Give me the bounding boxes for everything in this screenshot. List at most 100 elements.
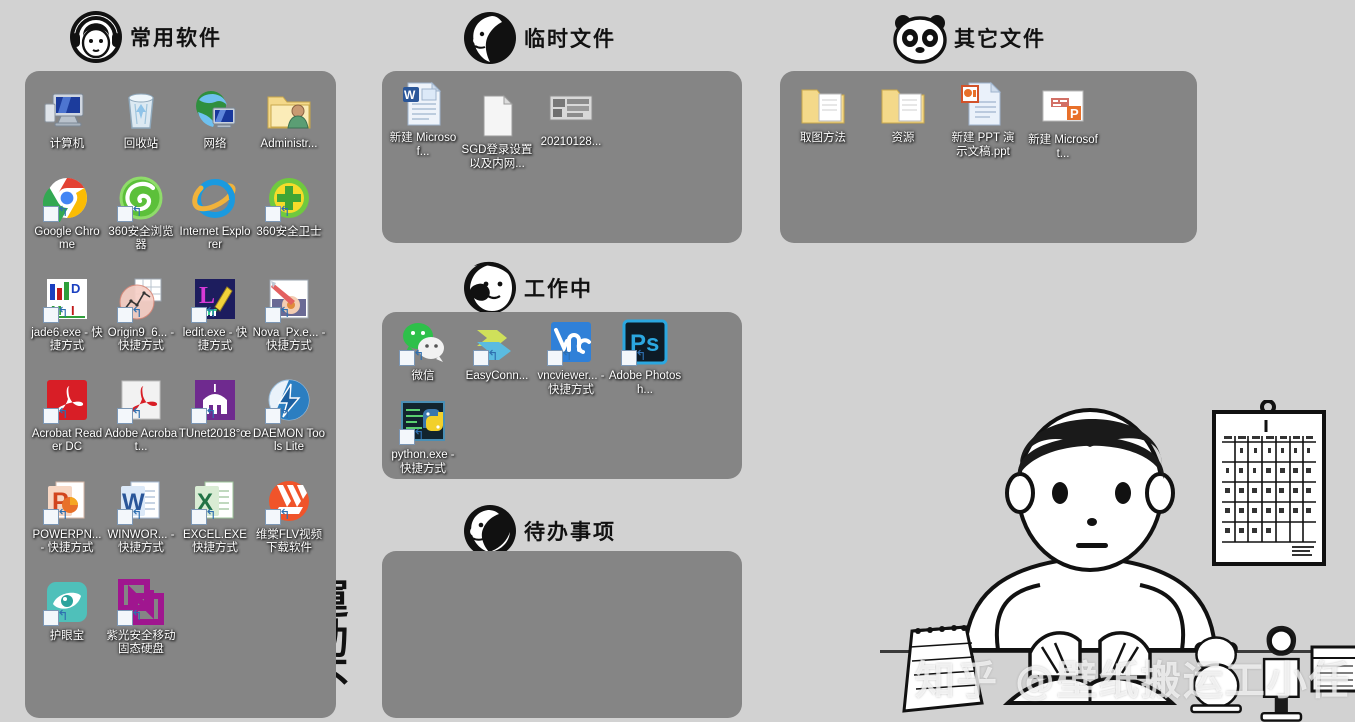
icon-label: 微信 [411,370,435,382]
icon-label: EXCEL.EXE 快捷方式 [183,528,247,555]
desktop-icon-powerpoint[interactable]: P POWERPN... - 快捷方式 [30,477,104,556]
desktop-icon-google-chrome[interactable]: Google Chrome [30,174,104,253]
desktop-icon-nova-px[interactable]: Nova_Px.e... - 快捷方式 [252,275,326,354]
ledit-icon: L [191,275,239,323]
group-title: 其它文件 [954,26,1046,51]
desktop-icon-eye-care[interactable]: 护眼宝 [30,578,104,657]
panel-todo [382,551,742,718]
icon-label: POWERPN... - 快捷方式 [32,528,102,555]
icon-label: 360安全卫士 [256,225,322,238]
shortcut-overlay-icon [117,508,133,525]
svg-text:W: W [404,88,416,102]
icon-label: TUnet2018°œ [178,427,252,440]
eye-care-icon [43,578,91,626]
desktop-icon-easyconnect[interactable]: EasyConn... [460,318,534,397]
desktop-icon-new-ppt-presentation[interactable]: 新建 PPT 演示文稿.ppt [946,80,1020,161]
desktop-icon-weitang-flv[interactable]: 维棠FLV视频下载软件 [252,477,326,556]
shortcut-overlay-icon [621,350,637,366]
unis-ssd-icon [117,578,165,626]
desktop-icon-tunet2018[interactable]: TUnet2018°œ [178,376,252,455]
desktop-icon-adobe-photoshop[interactable]: Ps Adobe Photosh... [608,318,682,397]
background-illustration-person [880,408,1355,722]
icon-label: jade6.exe - 快捷方式 [31,326,103,353]
icon-label: 20210128... [540,136,602,148]
icon-label: 紫光安全移动固态硬盘 [106,629,176,656]
desktop-icon-administrator-folder[interactable]: Administr... [252,86,326,152]
nova-px-icon [265,275,313,323]
shortcut-overlay-icon [191,508,207,525]
shortcut-overlay-icon [191,306,207,323]
group-title: 常用软件 [130,25,222,50]
desktop-icon-360-security[interactable]: 360安全卫士 [252,174,326,253]
desktop-icon-360-browser[interactable]: 360安全浏览器 [104,174,178,253]
origin9-icon [117,275,165,323]
desktop-icon-excel[interactable]: X EXCEL.EXE 快捷方式 [178,477,252,556]
icon-label: Administr... [260,138,318,150]
python-icon [399,397,447,445]
desktop-icon-origin9[interactable]: Origin9_6... - 快捷方式 [104,275,178,354]
icon-label: SGD登录设置以及内网... [461,144,533,170]
internet-explorer-icon [191,174,239,222]
desktop-icon-internet-explorer[interactable]: Internet Explorer [178,174,252,253]
desktop-icon-jade6[interactable]: D M I jade6.exe - 快捷方式 [30,275,104,354]
jade6-icon: D M I [43,275,91,323]
shortcut-overlay-icon [117,407,133,424]
icon-grid-temp-files: W 新建 Microsof... SGD登录设置以及内网... 20210128… [386,76,736,171]
desktop-icon-20210128-image[interactable]: 20210128... [534,84,608,171]
icon-label: 360安全浏览器 [108,225,174,252]
tunet-icon [191,376,239,424]
shortcut-overlay-icon [43,609,59,626]
desktop-icon-sgd-doc[interactable]: SGD登录设置以及内网... [460,92,534,171]
shortcut-overlay-icon [399,429,415,445]
desktop-icon-acrobat-reader-dc[interactable]: Acrobat Reader DC [30,376,104,455]
group-header-working: 工作中 [462,260,593,316]
desktop-icon-folder-capture-method[interactable]: 取图方法 [786,80,860,161]
desktop-icon-computer[interactable]: 计算机 [30,86,104,152]
icon-label: Origin9_6... - 快捷方式 [107,326,175,353]
desktop-icon-adobe-acrobat[interactable]: Adobe Acrobat... [104,376,178,455]
360-browser-icon [117,174,165,222]
shortcut-overlay-icon [43,306,59,323]
icon-grid-other-files: 取图方法 资源 新建 PPT 演示文稿.ppt P 新建 Microsoft..… [786,80,1186,161]
icon-label: python.exe - 快捷方式 [391,449,455,475]
shortcut-overlay-icon [117,306,133,323]
icon-label: 回收站 [123,138,159,150]
icon-label: Adobe Photosh... [608,370,682,396]
shortcut-overlay-icon [117,205,133,222]
icon-label: WINWOR... - 快捷方式 [107,528,175,555]
shortcut-overlay-icon [43,407,59,424]
shortcut-overlay-icon [43,205,59,222]
folder-icon [799,80,847,128]
icon-label: 护眼宝 [49,629,85,642]
desktop-icon-daemon-tools-lite[interactable]: DAEMON Tools Lite [252,376,326,455]
shortcut-overlay-icon [473,350,489,366]
image-thumbnail-icon [547,84,595,132]
desktop-icon-unis-ssd[interactable]: 紫光安全移动固态硬盘 [104,578,178,657]
desktop-icon-new-microsoft-ppt[interactable]: P 新建 Microsoft... [1026,82,1100,161]
desktop-icon-python[interactable]: python.exe - 快捷方式 [386,397,460,476]
face-headphones-icon [70,11,122,63]
recycle-bin-icon [117,86,165,134]
group-title: 工作中 [524,276,593,301]
svg-text:I: I [71,303,75,318]
desktop-icon-ledit[interactable]: L ledit.exe - 快捷方式 [178,275,252,354]
wechat-icon [399,318,447,366]
desktop-icon-folder-resources[interactable]: 资源 [866,80,940,161]
desktop-icon-network[interactable]: 网络 [178,86,252,152]
svg-text:D: D [71,281,80,296]
icon-label: 网络 [203,138,227,150]
icon-label: Acrobat Reader DC [31,427,103,454]
powerpoint-icon: P [43,477,91,525]
shortcut-overlay-icon [265,306,281,323]
icon-label: 新建 PPT 演示文稿.ppt [951,132,1015,158]
watermark-text: 知乎 @壁纸搬运工小任 [915,658,1351,704]
group-title: 临时文件 [524,26,616,51]
desktop-icon-new-word-document[interactable]: W 新建 Microsof... [386,80,460,171]
desktop-icon-recycle-bin[interactable]: 回收站 [104,86,178,152]
panda-icon [893,15,947,64]
desktop-icon-winword[interactable]: W WINWOR... - 快捷方式 [104,477,178,556]
icon-label: 维棠FLV视频下载软件 [255,528,323,555]
weitang-flv-icon [265,477,313,525]
desktop-icon-vncviewer[interactable]: vncviewer... - 快捷方式 [534,318,608,397]
desktop-icon-wechat[interactable]: 微信 [386,318,460,397]
